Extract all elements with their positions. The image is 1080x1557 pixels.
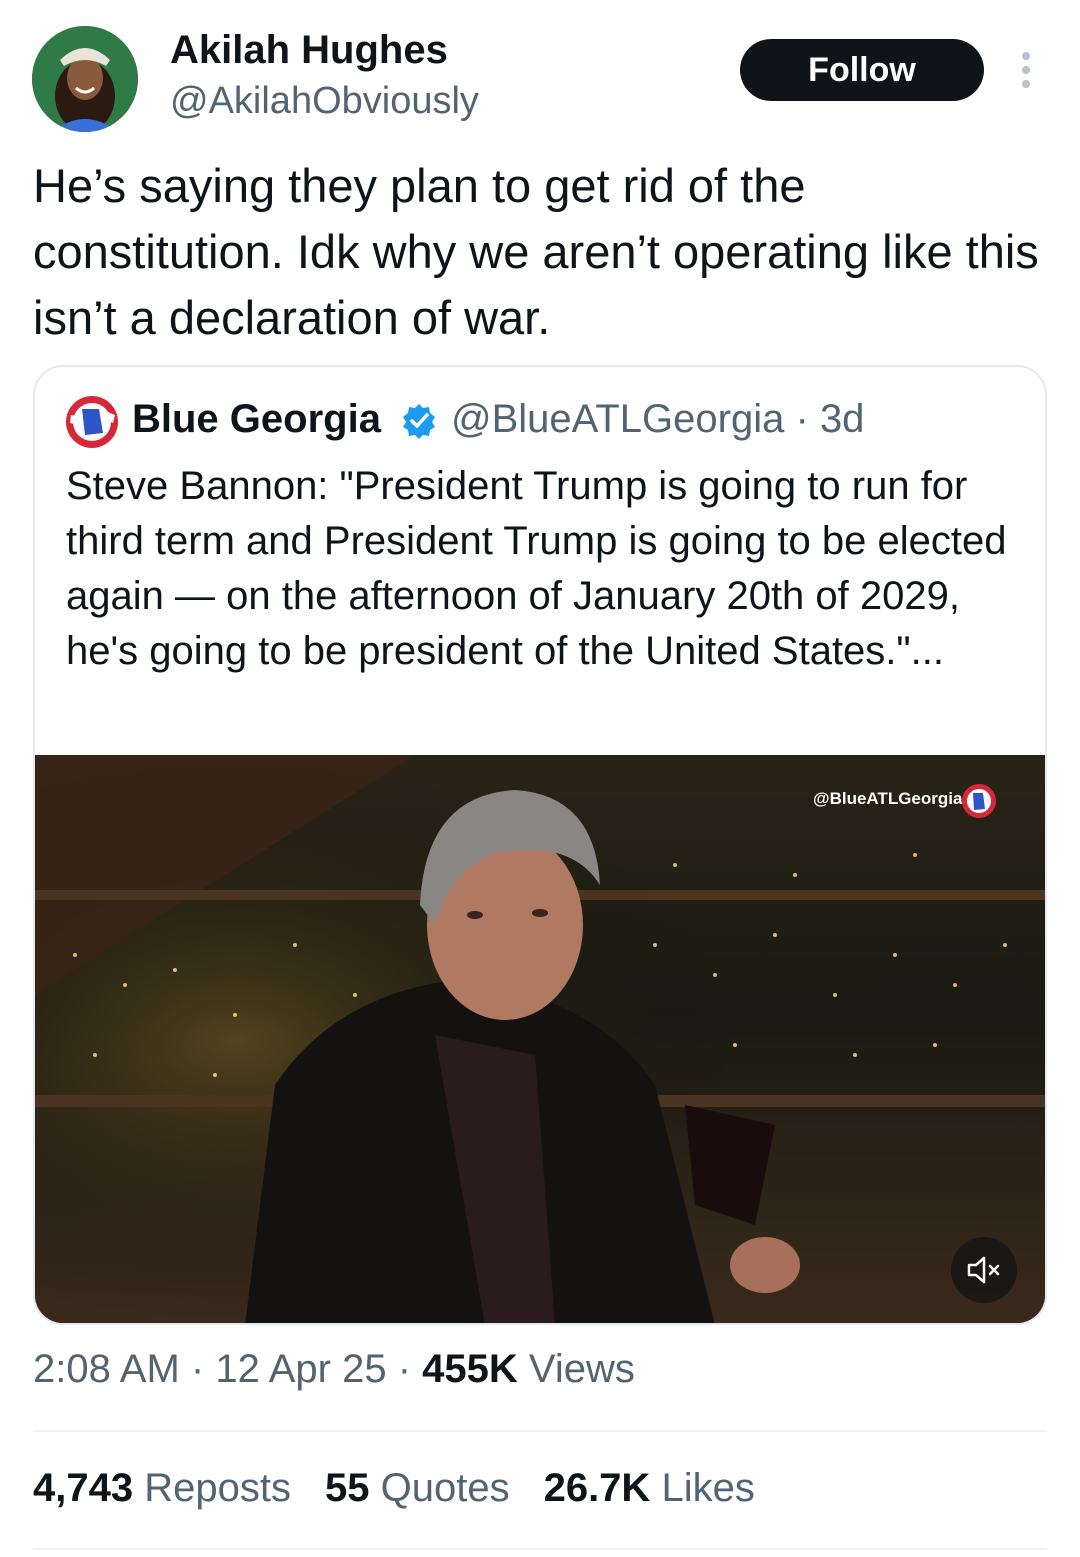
quoted-tweet-card[interactable]: Blue Georgia @BlueATLGeorgia · 3d Steve … [33,365,1047,1325]
tweet-text: He’s saying they plan to get rid of the … [33,159,1039,344]
tweet-time[interactable]: 2:08 AM [33,1347,180,1391]
views-label: Views [528,1347,635,1391]
tweet-header: Akilah Hughes @AkilahObviously Follow [0,0,1080,140]
verified-badge-icon [400,402,438,440]
georgia-logo-icon [66,396,118,448]
quotes-label: Quotes [380,1466,510,1510]
tweet-date[interactable]: 12 Apr 25 [215,1347,386,1391]
likes-label: Likes [661,1466,755,1510]
author-handle[interactable]: @AkilahObviously [170,80,479,123]
quotes-stat[interactable]: 55 Quotes [325,1466,510,1511]
divider [33,1430,1047,1432]
quoted-author-name[interactable]: Blue Georgia [132,397,381,442]
avatar-image [32,26,138,132]
more-vertical-icon[interactable] [1014,50,1038,90]
meta-separator: · [190,1347,216,1391]
meta-separator: · [397,1347,423,1391]
watermark-logo-icon [961,783,997,819]
follow-button[interactable]: Follow [740,39,984,101]
quoted-handle[interactable]: @BlueATLGeorgia [451,397,784,441]
reposts-stat[interactable]: 4,743 Reposts [33,1466,291,1511]
reposts-count: 4,743 [33,1466,134,1510]
likes-count: 26.7K [543,1466,651,1510]
video-watermark: @BlueATLGeorgia [813,789,963,808]
divider [33,1548,1047,1550]
engagement-stats: 4,743 Reposts 55 Quotes 26.7K Likes [33,1466,755,1511]
quoted-handle-time: @BlueATLGeorgia · 3d [451,397,864,442]
mute-button[interactable] [951,1237,1017,1303]
quoted-avatar[interactable] [65,395,119,449]
tweet-metadata: 2:08 AM · 12 Apr 25 · 455K Views [33,1347,635,1392]
separator-dot: · [795,397,809,441]
author-display-name[interactable]: Akilah Hughes [170,28,448,73]
views-count: 455K [422,1347,518,1391]
reposts-label: Reposts [144,1466,291,1510]
video-frame [35,755,1045,1323]
author-avatar[interactable] [32,26,138,132]
video-player[interactable]: @BlueATLGeorgia [35,755,1045,1323]
quoted-age[interactable]: 3d [820,397,865,441]
likes-stat[interactable]: 26.7K Likes [544,1466,755,1511]
quotes-count: 55 [324,1466,370,1510]
speaker-muted-icon [967,1256,1000,1284]
quoted-tweet-text: Steve Bannon: "President Trump is going … [66,464,1007,673]
